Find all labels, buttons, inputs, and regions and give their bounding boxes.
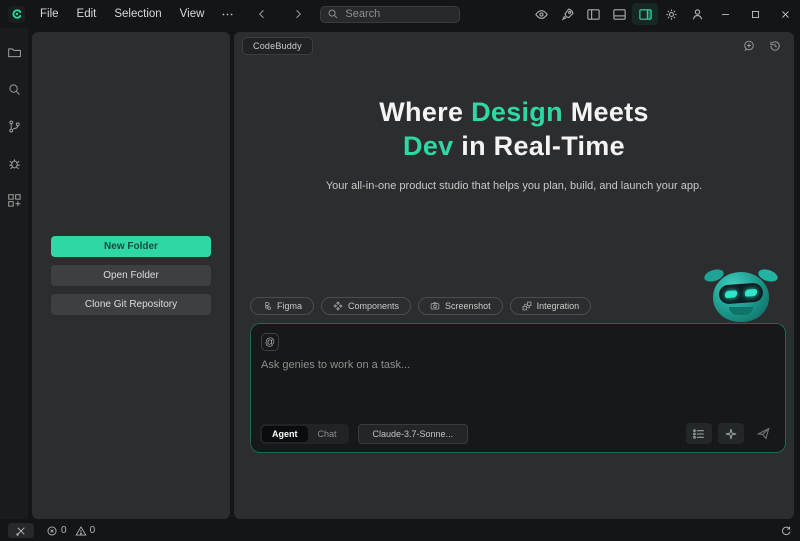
app-logo-icon: [8, 6, 25, 23]
new-chat-icon[interactable]: [740, 37, 758, 55]
history-icon[interactable]: [766, 37, 784, 55]
components-icon: [333, 301, 343, 311]
minimize-button[interactable]: [710, 0, 740, 28]
menu-file[interactable]: File: [31, 5, 68, 23]
tab-codebuddy[interactable]: CodeBuddy: [242, 37, 313, 55]
extensions-icon[interactable]: [2, 188, 26, 212]
error-icon: [46, 525, 58, 537]
account-icon[interactable]: [684, 3, 710, 25]
editor-header: CodeBuddy: [234, 32, 794, 55]
open-folder-button[interactable]: Open Folder: [51, 265, 211, 286]
hero-title: Where Design MeetsDev in Real-Time: [234, 95, 794, 163]
nav-forward-icon[interactable]: [292, 8, 304, 20]
figma-icon: [262, 301, 272, 311]
warning-icon: [75, 525, 87, 537]
chip-screenshot[interactable]: Screenshot: [418, 297, 503, 315]
rocket-icon[interactable]: [554, 3, 580, 25]
robot-eye-right: [744, 289, 757, 297]
layout-sidebar-right-icon[interactable]: [632, 3, 658, 25]
menu-edit[interactable]: Edit: [68, 5, 106, 23]
debug-icon[interactable]: [2, 151, 26, 175]
status-bar: 0 0: [0, 520, 800, 541]
maximize-button[interactable]: [740, 0, 770, 28]
menu-selection[interactable]: Selection: [105, 5, 170, 23]
layout-sidebar-left-icon[interactable]: [580, 3, 606, 25]
composer-block: Figma Components Screenshot Integration …: [250, 297, 786, 453]
chip-components[interactable]: Components: [321, 297, 411, 315]
layout-panel-icon[interactable]: [606, 3, 632, 25]
errors-indicator[interactable]: 0: [46, 525, 67, 537]
clone-git-repository-button[interactable]: Clone Git Repository: [51, 294, 211, 315]
composer-footer: Agent Chat Claude-3.7-Sonne...: [260, 423, 776, 444]
sync-icon[interactable]: [780, 525, 792, 537]
integration-icon: [522, 301, 532, 311]
search-icon: [327, 8, 339, 20]
spark-icon[interactable]: [718, 423, 744, 444]
global-search: [320, 6, 460, 23]
mention-button[interactable]: @: [261, 333, 279, 351]
workspace: New Folder Open Folder Clone Git Reposit…: [0, 28, 800, 520]
new-folder-button[interactable]: New Folder: [51, 236, 211, 257]
hero-subtitle: Your all-in-one product studio that help…: [234, 180, 794, 192]
activity-bar: [0, 28, 28, 519]
mode-agent-button[interactable]: Agent: [262, 426, 308, 442]
nav-back-icon[interactable]: [256, 8, 268, 20]
composer-placeholder[interactable]: Ask genies to work on a task...: [261, 359, 775, 371]
chip-figma[interactable]: Figma: [250, 297, 314, 315]
titlebar: File Edit Selection View: [0, 0, 800, 28]
mode-chat-button[interactable]: Chat: [308, 426, 347, 442]
mode-switch: Agent Chat: [260, 424, 349, 444]
close-button[interactable]: [770, 0, 800, 28]
gear-icon[interactable]: [658, 3, 684, 25]
explorer-folder-icon[interactable]: [2, 40, 26, 64]
hero-section: Where Design MeetsDev in Real-Time Your …: [234, 95, 794, 192]
sidebar-panel: New Folder Open Folder Clone Git Reposit…: [32, 32, 230, 519]
warnings-indicator[interactable]: 0: [75, 525, 96, 537]
send-icon[interactable]: [750, 423, 776, 444]
search-input[interactable]: [320, 6, 460, 23]
editor-panel: CodeBuddy Where Design MeetsDev in Real-…: [234, 32, 794, 519]
chip-integration[interactable]: Integration: [510, 297, 592, 315]
model-selector-button[interactable]: Claude-3.7-Sonne...: [358, 424, 469, 444]
remote-tools-icon[interactable]: [8, 523, 34, 538]
eye-icon[interactable]: [528, 3, 554, 25]
search-sidebar-icon[interactable]: [2, 77, 26, 101]
quick-action-chips: Figma Components Screenshot Integration: [250, 297, 786, 315]
task-list-icon[interactable]: [686, 423, 712, 444]
source-control-icon[interactable]: [2, 114, 26, 138]
task-composer[interactable]: @ Ask genies to work on a task... Agent …: [250, 323, 786, 453]
more-menus-icon[interactable]: [213, 5, 242, 24]
camera-icon: [430, 301, 440, 311]
menu-view[interactable]: View: [171, 5, 214, 23]
